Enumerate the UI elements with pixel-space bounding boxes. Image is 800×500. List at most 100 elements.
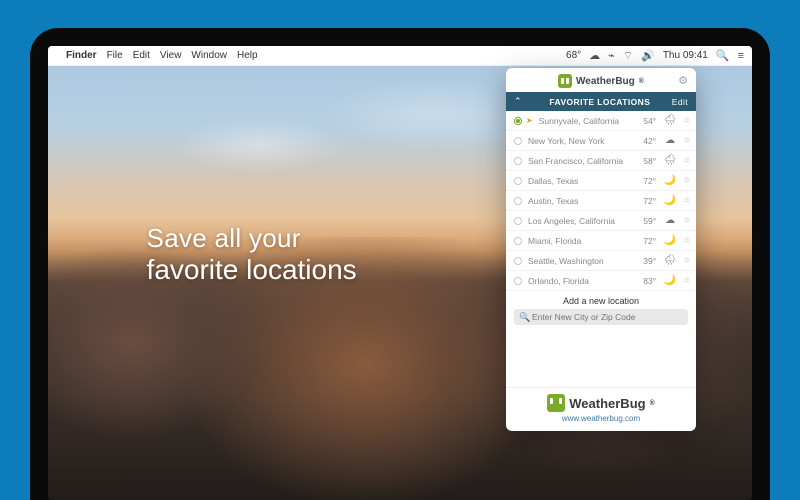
weather-condition-icon: 🌙 [662, 275, 678, 286]
location-row[interactable]: ➤ Sunnyvale, California 54° 🌧 ≡ [506, 111, 696, 131]
location-radio[interactable] [514, 237, 522, 245]
collapse-icon[interactable]: ⌃ [514, 96, 522, 107]
spotlight-icon[interactable]: 🔍 [716, 49, 730, 62]
weatherbug-icon [547, 394, 565, 412]
popover-header: WeatherBug ® ⚙ [506, 68, 696, 92]
drag-handle-icon[interactable]: ≡ [684, 275, 688, 286]
edit-button[interactable]: Edit [672, 97, 688, 107]
weather-condition-icon: 🌧 [662, 155, 678, 166]
laptop-bezel: Finder File Edit View Window Help 68° ☁ … [30, 28, 770, 500]
location-temp: 59° [634, 216, 656, 226]
weather-condition-icon: 🌧 [662, 115, 678, 126]
weather-condition-icon: ☁ [662, 135, 678, 146]
location-row[interactable]: Miami, Florida 72° 🌙 ≡ [506, 231, 696, 251]
menubar-left: Finder File Edit View Window Help [56, 50, 258, 61]
search-wrap: 🔍 [506, 309, 696, 331]
location-temp: 58° [634, 156, 656, 166]
add-location-label: Add a new location [506, 291, 696, 309]
weather-condition-icon: ☁ [662, 215, 678, 226]
hero-line2: favorite locations [147, 254, 357, 286]
bluetooth-icon[interactable]: ⌁ [608, 49, 615, 62]
location-search-input[interactable] [514, 309, 688, 325]
location-name: Miami, Florida [528, 236, 628, 246]
weatherbug-logo-footer: WeatherBug ® [547, 394, 655, 412]
weatherbug-logo: WeatherBug ® [558, 74, 644, 88]
location-radio[interactable] [514, 117, 522, 125]
location-row[interactable]: New York, New York 42° ☁ ≡ [506, 131, 696, 151]
menubar-temp[interactable]: 68° [566, 50, 581, 61]
registered-mark: ® [650, 400, 655, 407]
location-row[interactable]: Los Angeles, California 59° ☁ ≡ [506, 211, 696, 231]
location-radio[interactable] [514, 157, 522, 165]
location-name: Seattle, Washington [528, 256, 628, 266]
location-name: New York, New York [528, 136, 628, 146]
location-radio[interactable] [514, 137, 522, 145]
wifi-icon[interactable]: ⌔ [623, 49, 633, 63]
menu-item-help[interactable]: Help [237, 50, 258, 61]
desktop-screen: Finder File Edit View Window Help 68° ☁ … [48, 46, 752, 500]
registered-mark: ® [639, 78, 644, 85]
location-temp: 83° [634, 276, 656, 286]
location-radio[interactable] [514, 217, 522, 225]
location-temp: 72° [634, 176, 656, 186]
menu-item-file[interactable]: File [107, 50, 123, 61]
weatherbug-brand-text: WeatherBug [576, 76, 635, 87]
weatherbug-popover: WeatherBug® ⚙ ⌃ FAVORITE LOCATIONS Edit … [506, 68, 696, 431]
locations-list: ➤Sunnyvale, California54°🌧≡New York, New… [506, 111, 696, 291]
weatherbug-url[interactable]: www.weatherbug.com [562, 414, 640, 423]
location-temp: 39° [634, 256, 656, 266]
location-temp: 54° [634, 116, 656, 126]
drag-handle-icon[interactable]: ≡ [684, 135, 688, 146]
location-row[interactable]: San Francisco, California 58° 🌧 ≡ [506, 151, 696, 171]
search-icon: 🔍 [519, 312, 530, 323]
location-radio[interactable] [514, 177, 522, 185]
mac-menubar: Finder File Edit View Window Help 68° ☁ … [48, 46, 752, 66]
menu-item-view[interactable]: View [160, 50, 182, 61]
location-name: Los Angeles, California [528, 216, 628, 226]
drag-handle-icon[interactable]: ≡ [684, 255, 688, 266]
menu-item-edit[interactable]: Edit [133, 50, 150, 61]
location-name: San Francisco, California [528, 156, 628, 166]
drag-handle-icon[interactable]: ≡ [684, 235, 688, 246]
location-radio[interactable] [514, 197, 522, 205]
hero-line1: Save all your [147, 223, 357, 254]
weatherbug-icon [558, 74, 572, 88]
popover-spacer [506, 331, 696, 387]
location-temp: 72° [634, 236, 656, 246]
menu-item-window[interactable]: Window [191, 50, 227, 61]
drag-handle-icon[interactable]: ≡ [684, 175, 688, 186]
gear-icon[interactable]: ⚙ [678, 74, 688, 87]
location-radio[interactable] [514, 277, 522, 285]
location-row[interactable]: Orlando, Florida 83° 🌙 ≡ [506, 271, 696, 291]
drag-handle-icon[interactable]: ≡ [684, 195, 688, 206]
drag-handle-icon[interactable]: ≡ [684, 215, 688, 226]
drag-handle-icon[interactable]: ≡ [684, 115, 688, 126]
drag-handle-icon[interactable]: ≡ [684, 155, 688, 166]
menu-icon[interactable]: ≡ [738, 50, 744, 62]
popover-footer: WeatherBug ® www.weatherbug.com [506, 387, 696, 431]
location-name: Orlando, Florida [528, 276, 628, 286]
location-name: Dallas, Texas [528, 176, 628, 186]
promo-stage: Finder File Edit View Window Help 68° ☁ … [0, 0, 800, 500]
cloud-icon[interactable]: ☁ [589, 49, 600, 62]
current-location-pin-icon: ➤ [526, 116, 533, 125]
location-temp: 72° [634, 196, 656, 206]
location-row[interactable]: Seattle, Washington 39° 🌧 ≡ [506, 251, 696, 271]
location-row[interactable]: Austin, Texas 72° 🌙 ≡ [506, 191, 696, 211]
location-name: Austin, Texas [528, 196, 628, 206]
menubar-clock[interactable]: Thu 09:41 [663, 50, 708, 61]
weather-condition-icon: 🌙 [662, 235, 678, 246]
weather-condition-icon: 🌙 [662, 175, 678, 186]
location-name: Sunnyvale, California [539, 116, 628, 126]
menubar-app-name[interactable]: Finder [66, 50, 97, 61]
volume-icon[interactable]: 🔊 [641, 49, 655, 62]
weather-condition-icon: 🌙 [662, 195, 678, 206]
location-radio[interactable] [514, 257, 522, 265]
favorites-title: FAVORITE LOCATIONS [528, 97, 672, 107]
favorites-header: ⌃ FAVORITE LOCATIONS Edit [506, 92, 696, 111]
location-temp: 42° [634, 136, 656, 146]
hero-text: Save all your favorite locations [147, 223, 357, 286]
location-row[interactable]: Dallas, Texas 72° 🌙 ≡ [506, 171, 696, 191]
weather-condition-icon: 🌧 [662, 255, 678, 266]
weatherbug-brand-text: WeatherBug [569, 396, 645, 411]
